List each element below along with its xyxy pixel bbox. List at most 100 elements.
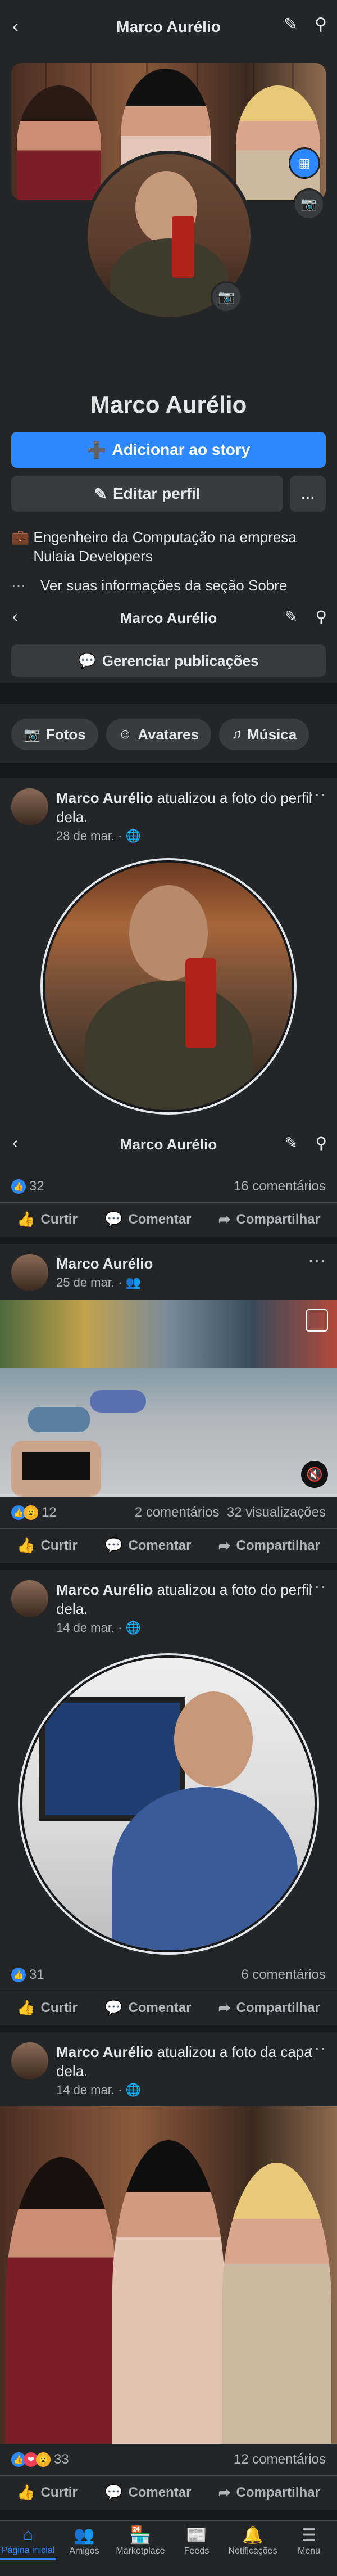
reactions[interactable]: 👍 31 [11,1967,44,1983]
comment-icon: 💬 [104,1537,123,1554]
nav-menu[interactable]: ☰ Menu [281,2525,337,2556]
post-date[interactable]: 14 de mar. [56,2083,115,2097]
post-header: Marco Aurélio atualizou a foto do perfil… [0,1570,337,1635]
thumbs-up-icon: 👍 [17,1211,35,1228]
post-date[interactable]: 14 de mar. [56,1621,115,1635]
search-icon[interactable]: ⚲ [315,15,327,34]
post: Marco Aurélio atualizou a foto do perfil… [0,1570,337,2025]
back-icon[interactable]: ‹ [12,16,19,38]
like-button[interactable]: 👍 Curtir [17,1537,78,1554]
post-media[interactable] [0,2106,337,2444]
edit-icon[interactable]: ✎ [285,1134,298,1152]
feeds-icon: 📰 [186,2526,207,2545]
post: Marco Aurélio 25 de mar. · 👥 ⋯ 🔇 👍 😮 12 2 … [0,1244,337,1563]
post-actions: 👍 Curtir 💬 Comentar ➦ Compartilhar [0,1991,337,2025]
nav-marketplace[interactable]: 🏪 Marketplace [112,2525,168,2556]
photo-person-right [222,2163,331,2444]
post-stats: 👍 31 6 comentários [0,1959,337,1991]
reactions[interactable]: 👍 😮 12 [11,1505,57,1521]
nav-notifications[interactable]: 🔔 Notificações [225,2525,281,2556]
like-button[interactable]: 👍 Curtir [17,1999,78,2016]
post-menu-icon[interactable]: ⋯ [308,1249,326,1271]
about-link[interactable]: ⋯ Ver suas informações da seção Sobre [11,576,326,595]
like-reaction-icon: 👍 [11,1179,26,1194]
thumbs-up-icon: 👍 [17,1999,35,2016]
post: Marco Aurélio atualizou a foto do perfil… [0,778,337,1237]
thumbs-up-icon: 👍 [17,1537,35,1554]
back-icon[interactable]: ‹ [12,1134,18,1153]
avatar[interactable] [11,1254,48,1291]
share-button[interactable]: ➦ Compartilhar [218,1537,320,1554]
search-icon[interactable]: ⚲ [315,607,327,626]
post-actions: 👍 Curtir 💬 Comentar ➦ Compartilhar [0,2475,337,2510]
briefcase-icon: 💼 [11,529,30,545]
search-icon[interactable]: ⚲ [315,1134,327,1152]
post-author[interactable]: Marco Aurélio [56,790,153,806]
nav-home[interactable]: ⌂ Página inicial [0,2525,56,2560]
mute-icon[interactable]: 🔇 [301,1461,328,1488]
post-media[interactable] [0,852,337,1117]
reactions[interactable]: 👍 32 [11,1179,44,1194]
comments-count[interactable]: 2 comentários [135,1505,220,1520]
post-date[interactable]: 28 de mar. [56,829,115,843]
post-date[interactable]: 25 de mar. [56,1275,115,1289]
post-author[interactable]: Marco Aurélio [56,2043,153,2060]
page-title: Marco Aurélio [116,18,221,35]
post-author[interactable]: Marco Aurélio [56,1255,153,1272]
cover-camera-icon[interactable]: 📷 [293,188,325,220]
like-reaction-icon: 👍 [11,1968,26,1982]
expand-icon[interactable] [306,1309,328,1332]
views-count[interactable]: 32 visualizações [227,1505,326,1520]
nav-friends[interactable]: 👥 Amigos [56,2525,112,2556]
post-header: Marco Aurélio atualizou a foto do perfil… [0,778,337,843]
overlay-title: Marco Aurélio [120,1135,217,1153]
post-author[interactable]: Marco Aurélio [56,1581,153,1598]
like-button[interactable]: 👍 Curtir [17,1211,78,1228]
comments-count[interactable]: 6 comentários [241,1967,326,1983]
more-button[interactable]: ... [290,476,326,512]
avatar[interactable] [11,788,48,825]
like-button[interactable]: 👍 Curtir [17,2484,78,2501]
comment-button[interactable]: 💬 Comentar [104,2484,191,2501]
pencil-icon: ✎ [94,485,107,503]
chip-avatars[interactable]: ☺ Avatares [106,719,212,750]
comment-button[interactable]: 💬 Comentar [104,1537,191,1554]
chat-icon: 💬 [78,652,97,669]
comments-count[interactable]: 16 comentários [234,1179,326,1194]
share-button[interactable]: ➦ Compartilhar [218,1211,320,1228]
music-icon: ♫ [231,727,242,742]
globe-icon: 🌐 [125,829,141,843]
chip-photos[interactable]: 📷 Fotos [11,719,98,750]
post-media[interactable] [0,1644,337,1959]
comment-button[interactable]: 💬 Comentar [104,1211,191,1228]
cover-edit-icon[interactable]: ▦ [289,147,320,179]
avatar[interactable] [11,2042,48,2079]
top-bar: ‹ Marco Aurélio ✎ ⚲ [0,0,337,54]
nav-feeds[interactable]: 📰 Feeds [168,2525,225,2556]
chip-music[interactable]: ♫ Música [219,719,309,750]
reactions[interactable]: 👍 ❤ 😮 33 [11,2452,69,2467]
avatar[interactable] [11,1580,48,1617]
edit-icon[interactable]: ✎ [284,15,298,34]
thumbs-up-icon: 👍 [17,2484,35,2501]
comment-button[interactable]: 💬 Comentar [104,1999,191,2016]
post-menu-icon[interactable]: ⋯ [308,1576,326,1597]
share-button[interactable]: ➦ Compartilhar [218,1999,320,2016]
wow-reaction-icon: 😮 [36,2452,51,2467]
back-icon[interactable]: ‹ [12,607,18,626]
edit-profile-button[interactable]: ✎ Editar perfil [11,476,283,512]
manage-posts-button[interactable]: 💬 Gerenciar publicações [11,644,326,677]
globe-icon: 🌐 [125,2083,141,2097]
comment-icon: 💬 [104,1211,123,1228]
work-info: 💼 Engenheiro da Computação na empresa Nu… [11,529,297,565]
overlay-header: ‹ Marco Aurélio ✎ ⚲ [0,1121,337,1167]
add-story-button[interactable]: ➕ Adicionar ao story [11,432,326,468]
post-actions: 👍 Curtir 💬 Comentar ➦ Compartilhar [0,1202,337,1237]
share-button[interactable]: ➦ Compartilhar [218,2484,320,2501]
comments-count[interactable]: 12 comentários [234,2452,326,2467]
edit-icon[interactable]: ✎ [285,607,298,626]
post-video[interactable]: 🔇 [0,1300,337,1497]
post-menu-icon[interactable]: ⋯ [308,2038,326,2059]
post-menu-icon[interactable]: ⋯ [308,784,326,805]
profile-camera-icon[interactable]: 📷 [211,281,242,313]
